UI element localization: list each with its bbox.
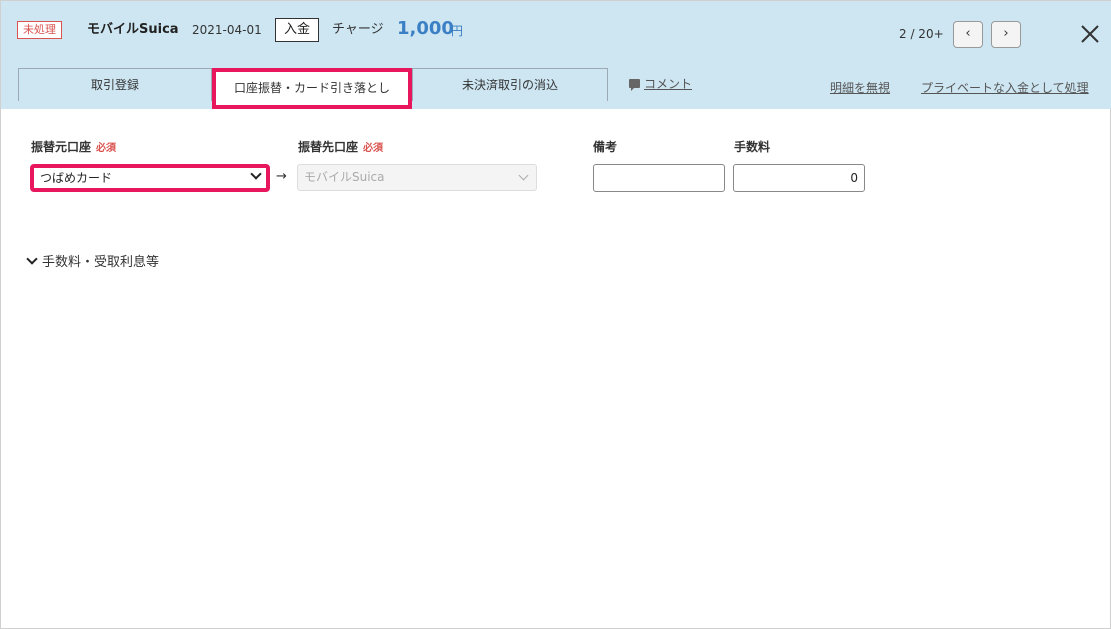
transaction-date: 2021-04-01 (192, 23, 262, 37)
transaction-description: チャージ (332, 22, 384, 37)
fee-label: 手数料 (734, 140, 771, 154)
fee-input[interactable]: 0 (733, 164, 865, 192)
transaction-type-badge: 入金 (275, 18, 319, 42)
chevron-right-icon: › (1003, 26, 1009, 41)
from-account-label: 振替元口座 必須 (31, 138, 116, 158)
modal-header: 未処理 モバイルSuica 2021-04-01 入金 チャージ 1,000 円… (1, 1, 1111, 109)
status-badge: 未処理 (17, 21, 62, 39)
from-account-label-text: 振替元口座 (31, 140, 92, 154)
chevron-down-icon (250, 168, 262, 180)
to-account-select: モバイルSuica (297, 164, 537, 191)
transaction-amount: 1,000 (397, 18, 454, 39)
pager-count: 2 / 20+ (899, 27, 944, 41)
comment-icon (629, 79, 640, 91)
tab-label: 口座振替・カード引き落とし (233, 81, 390, 95)
close-button[interactable] (1075, 19, 1105, 49)
ignore-statement-link[interactable]: 明細を無視 (830, 79, 890, 97)
required-badge: 必須 (363, 143, 384, 154)
private-income-link[interactable]: プライベートな入金として処理 (921, 79, 1089, 97)
account-name: モバイルSuica (87, 22, 179, 37)
comment-link[interactable]: コメント (629, 75, 692, 93)
to-account-label: 振替先口座 必須 (298, 138, 383, 158)
note-input[interactable] (593, 164, 725, 192)
arrow-right-icon: → (276, 169, 287, 184)
to-account-label-text: 振替先口座 (298, 140, 359, 154)
tab-account-transfer[interactable]: 口座振替・カード引き落とし (212, 68, 412, 109)
comment-label: コメント (644, 77, 693, 91)
to-account-value: モバイルSuica (304, 170, 385, 184)
chevron-down-icon (26, 253, 38, 265)
next-button[interactable]: › (991, 21, 1021, 48)
chevron-left-icon: ‹ (965, 26, 971, 41)
tab-unsettled-clearing[interactable]: 未決済取引の消込 (412, 68, 608, 101)
tab-label: 未決済取引の消込 (461, 78, 558, 92)
transfer-modal: 未処理 モバイルSuica 2021-04-01 入金 チャージ 1,000 円… (0, 0, 1111, 629)
fee-interest-expander[interactable]: 手数料・受取利息等 (25, 253, 159, 273)
required-badge: 必須 (96, 143, 117, 154)
tab-label: 取引登録 (90, 78, 139, 92)
currency-unit: 円 (451, 24, 464, 38)
from-account-value: つばめカード (40, 171, 113, 185)
from-account-select[interactable]: つばめカード (30, 164, 270, 192)
close-icon (1081, 25, 1099, 43)
prev-button[interactable]: ‹ (953, 21, 983, 48)
tab-transaction-register[interactable]: 取引登録 (18, 68, 212, 101)
expander-label: 手数料・受取利息等 (42, 255, 160, 270)
chevron-down-icon (518, 170, 529, 181)
note-label: 備考 (593, 140, 618, 154)
